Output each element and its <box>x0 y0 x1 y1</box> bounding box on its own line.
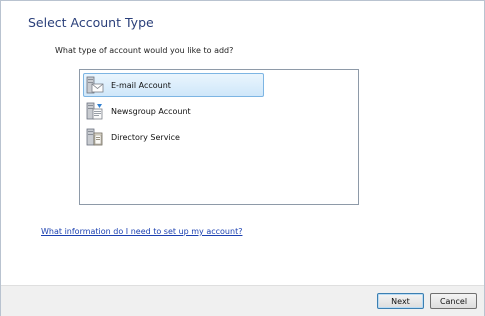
list-item-label: Newsgroup Account <box>111 106 191 116</box>
directory-service-icon <box>86 128 103 146</box>
list-item-label: E-mail Account <box>111 80 171 90</box>
list-item-email-account[interactable]: E-mail Account <box>83 73 264 97</box>
cancel-button[interactable]: Cancel <box>430 293 477 309</box>
dialog-heading: Select Account Type <box>28 15 154 30</box>
setup-help-link[interactable]: What information do I need to set up my … <box>41 227 242 236</box>
list-item-newsgroup-account[interactable]: Newsgroup Account <box>83 99 264 123</box>
email-account-icon <box>86 76 104 94</box>
add-account-dialog: Select Account Type What type of account… <box>0 0 485 316</box>
list-item-directory-service[interactable]: Directory Service <box>83 125 264 149</box>
next-button[interactable]: Next <box>377 293 424 309</box>
dialog-footer: Next Cancel <box>1 285 484 316</box>
account-type-list[interactable]: E-mail Account Newsgroup Account Directo… <box>79 69 359 205</box>
list-item-label: Directory Service <box>111 132 180 142</box>
account-type-prompt: What type of account would you like to a… <box>55 46 234 55</box>
newsgroup-account-icon <box>86 102 103 120</box>
